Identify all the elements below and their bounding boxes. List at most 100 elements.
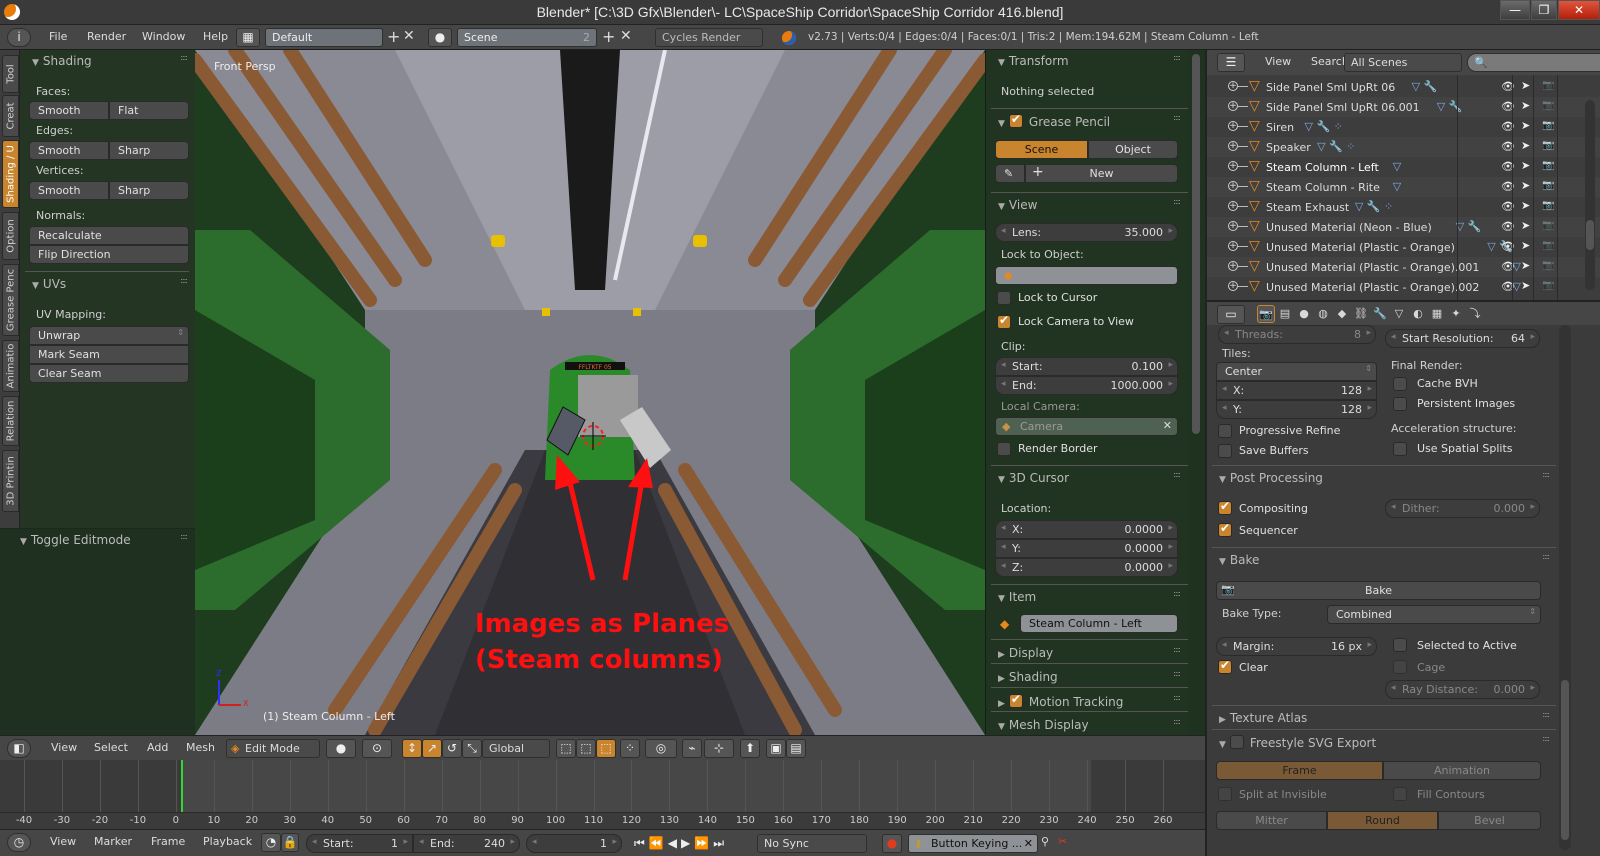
- object-data-icons[interactable]: ▽ 🔧 ⁘: [1355, 200, 1393, 213]
- panel-grip-icon[interactable]: ::::: [1173, 113, 1181, 122]
- screen-layout-icon[interactable]: ▦: [236, 28, 260, 47]
- outliner-scrollbar[interactable]: [1585, 100, 1595, 290]
- menu-render[interactable]: Render: [87, 30, 126, 43]
- delete-scene-icon[interactable]: ✕: [620, 28, 632, 44]
- panel-header-mesh-display[interactable]: ▼ Mesh Display::::: [986, 714, 1188, 736]
- properties-tab-scene[interactable]: ●: [1295, 305, 1313, 323]
- vertices-sharp-button[interactable]: Sharp: [109, 181, 189, 200]
- properties-tab-object[interactable]: ◆: [1333, 305, 1351, 323]
- bake-button[interactable]: 📷 Bake: [1216, 581, 1541, 600]
- translate-manipulator[interactable]: ↗: [422, 739, 442, 758]
- object-name[interactable]: Side Panel Sml UpRt 06.001: [1266, 101, 1420, 114]
- selectability-cursor-icon[interactable]: ➤: [1521, 259, 1530, 272]
- selectability-cursor-icon[interactable]: ➤: [1521, 119, 1530, 132]
- scene-icon[interactable]: ●: [428, 28, 452, 47]
- join-bevel-button[interactable]: Bevel: [1438, 811, 1541, 830]
- cursor-y-field[interactable]: Y:0.0000: [995, 539, 1178, 558]
- renderability-camera-icon[interactable]: 📷: [1542, 80, 1554, 91]
- panel-grip-icon[interactable]: ::::: [1542, 470, 1550, 479]
- scene-field[interactable]: Scene 2: [457, 28, 597, 47]
- snap-element[interactable]: ⊹: [704, 739, 734, 758]
- dither-field[interactable]: Dither:0.000: [1385, 499, 1540, 518]
- renderability-camera-icon[interactable]: 📷: [1542, 280, 1554, 291]
- properties-tab-texture[interactable]: ▦: [1428, 305, 1446, 323]
- cursor-z-field[interactable]: Z:0.0000: [995, 558, 1178, 577]
- scrollbar-thumb[interactable]: [1561, 680, 1569, 840]
- panel-header-shading[interactable]: ▶ Shading::::: [986, 666, 1188, 688]
- close-window-button[interactable]: ✕: [1558, 0, 1600, 20]
- object-name[interactable]: Steam Column - Rite: [1266, 181, 1380, 194]
- tile-order-dropdown[interactable]: Center ⇕: [1216, 362, 1377, 381]
- mark-seam-button[interactable]: Mark Seam: [29, 345, 189, 364]
- object-name[interactable]: Steam Column - Left: [1266, 161, 1379, 174]
- recalculate-normals-button[interactable]: Recalculate: [29, 226, 189, 245]
- panel-grip-icon[interactable]: ::::: [1173, 589, 1181, 598]
- panel-grip-icon[interactable]: ::::: [1542, 552, 1550, 561]
- face-select-mode[interactable]: ⬚: [596, 739, 616, 758]
- pivot-point-dropdown[interactable]: ⊙: [362, 739, 392, 758]
- vertices-smooth-button[interactable]: Smooth: [29, 181, 109, 200]
- expand-toggle-icon[interactable]: +: [1228, 161, 1238, 171]
- panel-grip-icon[interactable]: ::::: [1173, 470, 1181, 479]
- object-name[interactable]: Unused Material (Plastic - Orange).002: [1266, 281, 1479, 294]
- insert-keyframe-icon[interactable]: ⚲: [1041, 835, 1049, 848]
- current-frame-field[interactable]: 1: [526, 834, 622, 853]
- menu-select[interactable]: Select: [94, 741, 128, 754]
- outliner-row[interactable]: + ▽ Steam Column - Rite ▽ 👁 ➤ 📷: [1207, 177, 1600, 197]
- render-engine-dropdown[interactable]: Cycles Render: [655, 28, 763, 47]
- grease-pencil-object-tab[interactable]: Object: [1088, 140, 1178, 159]
- properties-tab-data[interactable]: ▽: [1390, 305, 1408, 323]
- outliner-row[interactable]: + ▽ Steam Exhaust ▽ 🔧 ⁘ 👁 ➤ 📷: [1207, 197, 1600, 217]
- lock-camera-to-view-checkbox[interactable]: [997, 313, 1011, 329]
- panel-header-freestyle-svg[interactable]: ▼ Freestyle SVG Export::::: [1207, 731, 1557, 753]
- preview-range-icon[interactable]: ◔: [261, 833, 281, 852]
- panel-grip-icon[interactable]: ::::: [1542, 710, 1550, 719]
- renderability-camera-icon[interactable]: 📷: [1542, 260, 1554, 271]
- tab-animation[interactable]: Animatio: [2, 340, 19, 392]
- new-grease-pencil-button[interactable]: + New: [1025, 164, 1178, 183]
- renderability-camera-icon[interactable]: 📷: [1542, 160, 1554, 171]
- renderability-camera-icon[interactable]: 📷: [1542, 240, 1554, 251]
- outliner-row[interactable]: + ▽ Unused Material (Plastic - Orange).001…: [1207, 257, 1600, 277]
- panel-grip-icon[interactable]: ::::: [180, 532, 188, 541]
- faces-smooth-button[interactable]: Smooth: [29, 101, 109, 120]
- flip-direction-button[interactable]: Flip Direction: [29, 245, 189, 264]
- selectability-cursor-icon[interactable]: ➤: [1521, 99, 1530, 112]
- grease-pencil-enable-checkbox[interactable]: [1008, 112, 1023, 128]
- svg-frame-mode-button[interactable]: Frame: [1216, 761, 1383, 780]
- tab-tool[interactable]: Tool: [2, 55, 19, 93]
- clear-seam-button[interactable]: Clear Seam: [29, 364, 189, 383]
- menu-window[interactable]: Window: [142, 30, 185, 43]
- add-scene-icon[interactable]: +: [602, 27, 615, 46]
- join-mitter-button[interactable]: Mitter: [1216, 811, 1327, 830]
- frame-end-field[interactable]: End:240: [413, 834, 520, 853]
- object-name[interactable]: Siren: [1266, 121, 1294, 134]
- tab-create[interactable]: Creat: [2, 95, 19, 137]
- tile-x-field[interactable]: X:128: [1216, 381, 1377, 400]
- lock-time-cursor-icon[interactable]: 🔒: [281, 833, 299, 852]
- unwrap-dropdown[interactable]: Unwrap ⇕: [29, 326, 189, 345]
- rotate-manipulator[interactable]: ↺: [442, 739, 462, 758]
- panel-header-motion-tracking[interactable]: ▶Motion Tracking::::: [986, 690, 1188, 712]
- object-data-icons[interactable]: ▽ 🔧: [1437, 100, 1463, 113]
- auto-keying-record-button[interactable]: ●: [882, 834, 902, 853]
- sync-mode-dropdown[interactable]: No Sync: [757, 834, 867, 853]
- properties-tab-particles[interactable]: ✦: [1447, 305, 1465, 323]
- restore-button[interactable]: ❐: [1531, 0, 1557, 20]
- panel-header-3d-cursor[interactable]: ▼ 3D Cursor::::: [986, 467, 1188, 489]
- object-name[interactable]: Speaker: [1266, 141, 1311, 154]
- limit-selection-to-visible[interactable]: ⁘: [620, 739, 640, 758]
- panel-header-display[interactable]: ▶ Display::::: [986, 642, 1188, 664]
- expand-toggle-icon[interactable]: +: [1228, 221, 1238, 231]
- scrollbar-thumb[interactable]: [1192, 54, 1200, 434]
- panel-header-texture-atlas[interactable]: ▶ Texture Atlas::::: [1207, 707, 1557, 729]
- jump-start-button[interactable]: ⏮: [634, 836, 649, 850]
- outliner-row[interactable]: + ▽ Unused Material (Neon - Blue) ▽ 🔧 👁 ➤ 📷: [1207, 217, 1600, 237]
- screen-layout-field[interactable]: Default: [265, 28, 383, 47]
- clear-camera-icon[interactable]: ✕: [1163, 419, 1172, 432]
- jump-keyframe-back-button[interactable]: ⏪: [649, 836, 668, 850]
- panel-header-grease-pencil[interactable]: ▼Grease Pencil::::: [986, 110, 1188, 132]
- panel-grip-icon[interactable]: ::::: [1173, 717, 1181, 726]
- start-resolution-field[interactable]: Start Resolution:64: [1385, 329, 1540, 348]
- motion-tracking-checkbox[interactable]: [1008, 692, 1023, 708]
